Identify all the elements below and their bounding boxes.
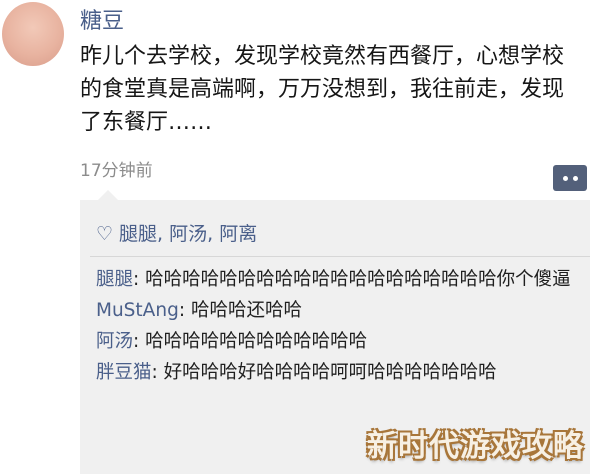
comment-button[interactable] [553,165,587,191]
avatar[interactable] [2,2,64,66]
heart-outline-icon: ♡ [96,223,114,245]
likes-names[interactable]: 腿腿, 阿汤, 阿离 [119,223,257,245]
comment-dots-icon-dot [573,176,578,181]
comment-separator: : [151,362,164,383]
post-author-name[interactable]: 糖豆 [80,6,124,38]
comment-text: 哈哈哈还哈哈 [190,300,302,321]
watermark: 新时代游戏攻略 [367,429,584,464]
comment-item[interactable]: 胖豆猫: 好哈哈哈好哈哈哈哈呵呵哈哈哈哈哈哈哈 [96,357,580,388]
comment-author[interactable]: MuStAng [96,300,179,321]
comment-text: 好哈哈哈好哈哈哈哈呵呵哈哈哈哈哈哈哈 [163,362,497,383]
comment-item[interactable]: 阿汤: 哈哈哈哈哈哈哈哈哈哈哈哈 [96,326,580,357]
comment-dots-icon [563,176,568,181]
comment-separator: : [133,269,146,290]
comment-author[interactable]: 胖豆猫 [96,362,152,383]
likes-row: ♡ 腿腿, 阿汤, 阿离 [96,220,257,248]
post-text: 昨儿个去学校，发现学校竟然有西餐厅，心想学校的食堂真是高端啊，万万没想到，我往前… [80,44,565,135]
post-timestamp: 17分钟前 [80,161,153,181]
panel-caret [98,190,118,200]
comment-list: 腿腿: 哈哈哈哈哈哈哈哈哈哈哈哈哈哈哈哈哈哈哈你个傻逼 MuStAng: 哈哈哈… [96,264,580,388]
likes-divider [90,256,590,257]
comment-text: 哈哈哈哈哈哈哈哈哈哈哈哈哈哈哈哈哈哈哈你个傻逼 [145,269,571,290]
comment-author[interactable]: 腿腿 [96,269,133,290]
comment-item[interactable]: 腿腿: 哈哈哈哈哈哈哈哈哈哈哈哈哈哈哈哈哈哈哈你个傻逼 [96,264,580,295]
comment-separator: : [133,331,146,352]
comment-author[interactable]: 阿汤 [96,331,133,352]
comment-separator: : [178,300,191,321]
comment-item[interactable]: MuStAng: 哈哈哈还哈哈 [96,295,580,326]
comment-text: 哈哈哈哈哈哈哈哈哈哈哈哈 [145,331,368,352]
